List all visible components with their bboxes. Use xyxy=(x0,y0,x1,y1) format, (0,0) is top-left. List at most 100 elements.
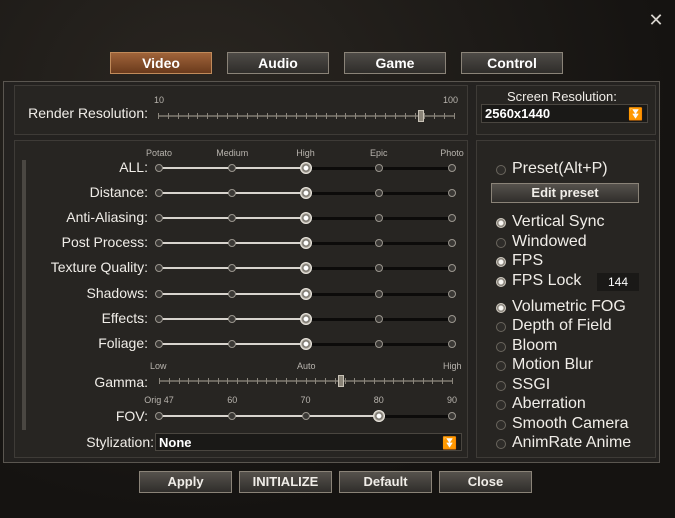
slider-notch xyxy=(334,378,336,384)
stylization-select[interactable]: None ⏬ xyxy=(155,433,462,451)
quality-tick-label: High xyxy=(296,148,315,158)
option-radio[interactable] xyxy=(496,218,506,228)
slider-fill xyxy=(159,415,379,417)
slider-notch xyxy=(325,378,327,384)
default-button[interactable]: Default xyxy=(339,471,432,493)
slider-stop xyxy=(301,412,310,420)
preset-label: Preset(Alt+P) xyxy=(512,160,608,177)
option-label: Volumetric FOG xyxy=(512,298,626,315)
slider-notch xyxy=(198,378,200,384)
slider-handle[interactable] xyxy=(299,338,312,350)
slider-notch xyxy=(276,378,278,384)
slider-stop xyxy=(374,214,383,222)
slider-handle[interactable] xyxy=(372,410,385,422)
slider-handle[interactable] xyxy=(299,187,312,199)
option-radio[interactable] xyxy=(496,400,506,410)
slider-notch xyxy=(306,113,307,119)
slider-notch xyxy=(256,113,258,119)
chevron-down-icon: ⏬ xyxy=(442,436,457,450)
slider-notch xyxy=(393,378,395,384)
slider-notch xyxy=(296,113,298,119)
quality-setting-label: Texture Quality: xyxy=(50,259,148,275)
option-radio[interactable] xyxy=(496,257,506,267)
slider-stop xyxy=(374,164,383,172)
option-radio[interactable] xyxy=(496,381,506,391)
slider-notch xyxy=(325,113,327,119)
close-icon[interactable]: ✕ xyxy=(646,10,666,30)
tab-game[interactable]: Game xyxy=(344,52,446,74)
quality-tick-label: Photo xyxy=(440,148,464,158)
fps-lock-value[interactable]: 144 xyxy=(597,273,639,291)
quality-tick-label: Medium xyxy=(216,148,249,158)
option-radio[interactable] xyxy=(496,342,506,352)
slider-stop xyxy=(448,239,456,247)
quality-setting-label: Effects: xyxy=(101,310,148,326)
slider-handle[interactable] xyxy=(299,313,312,325)
slider-stop xyxy=(374,315,383,323)
slider-handle[interactable] xyxy=(299,237,312,249)
slider-handle[interactable] xyxy=(299,212,312,224)
slider-notch xyxy=(285,378,287,384)
apply-button[interactable]: Apply xyxy=(139,471,232,493)
slider-stop xyxy=(155,290,163,298)
screen-resolution-select[interactable]: 2560x1440 ⏬ xyxy=(481,104,648,123)
option-radio[interactable] xyxy=(496,238,506,248)
gamma-slider[interactable] xyxy=(159,375,453,387)
tab-control[interactable]: Control xyxy=(461,52,563,74)
slider-stop xyxy=(155,412,163,420)
option-radio[interactable] xyxy=(496,420,506,430)
slider-notch xyxy=(442,378,444,384)
option-radio[interactable] xyxy=(496,439,506,449)
slider-stop xyxy=(448,164,456,172)
slider-handle[interactable] xyxy=(299,262,312,274)
slider-notch xyxy=(454,113,455,119)
slider-notch xyxy=(187,113,189,119)
slider-handle[interactable] xyxy=(299,288,312,300)
tab-audio[interactable]: Audio xyxy=(227,52,329,74)
slider-notch xyxy=(159,378,160,384)
slider-notch xyxy=(266,378,268,384)
slider-notch xyxy=(315,378,317,384)
slider-notch xyxy=(355,113,357,119)
slider-notch xyxy=(227,378,229,384)
option-radio[interactable] xyxy=(496,277,506,287)
option-label: Vertical Sync xyxy=(512,213,605,230)
render-resolution-min: 10 xyxy=(154,95,165,105)
slider-notch xyxy=(375,113,377,119)
slider-notch xyxy=(266,113,268,119)
slider-stop xyxy=(448,264,456,272)
fov-slider[interactable] xyxy=(155,410,456,422)
gamma-tick-high: High xyxy=(443,361,462,371)
slider-notch xyxy=(246,113,248,119)
option-radio[interactable] xyxy=(496,303,506,313)
close-button[interactable]: Close xyxy=(439,471,532,493)
slider-notch xyxy=(422,378,424,384)
slider-notch xyxy=(354,378,356,384)
preset-radio[interactable] xyxy=(496,165,506,175)
screen-resolution-value: 2560x1440 xyxy=(485,106,551,121)
slider-handle[interactable] xyxy=(337,375,344,387)
render-resolution-slider[interactable] xyxy=(158,110,455,122)
quality-setting-label: Distance: xyxy=(89,184,148,200)
option-radio[interactable] xyxy=(496,322,506,332)
option-label: Aberration xyxy=(512,395,586,412)
slider-track xyxy=(378,415,452,418)
slider-notch xyxy=(412,378,414,384)
fov-tick-label: Orig 47 xyxy=(144,395,174,405)
screen-resolution-label: Screen Resolution: xyxy=(507,89,617,104)
slider-stop xyxy=(374,264,383,272)
initialize-button[interactable]: INITIALIZE xyxy=(239,471,332,493)
slider-stop xyxy=(374,290,383,298)
gamma-label: Gamma: xyxy=(94,374,148,390)
slider-notch xyxy=(424,113,426,119)
tab-video[interactable]: Video xyxy=(110,52,212,74)
render-resolution-label: Render Resolution: xyxy=(28,105,148,121)
slider-notch xyxy=(432,378,434,384)
slider-notch xyxy=(384,113,386,119)
slider-handle[interactable] xyxy=(299,162,312,174)
gamma-tick-low: Low xyxy=(150,361,167,371)
slider-handle[interactable] xyxy=(418,110,425,122)
option-radio[interactable] xyxy=(496,361,506,371)
option-label: Depth of Field xyxy=(512,317,612,334)
edit-preset-button[interactable]: Edit preset xyxy=(491,183,639,203)
